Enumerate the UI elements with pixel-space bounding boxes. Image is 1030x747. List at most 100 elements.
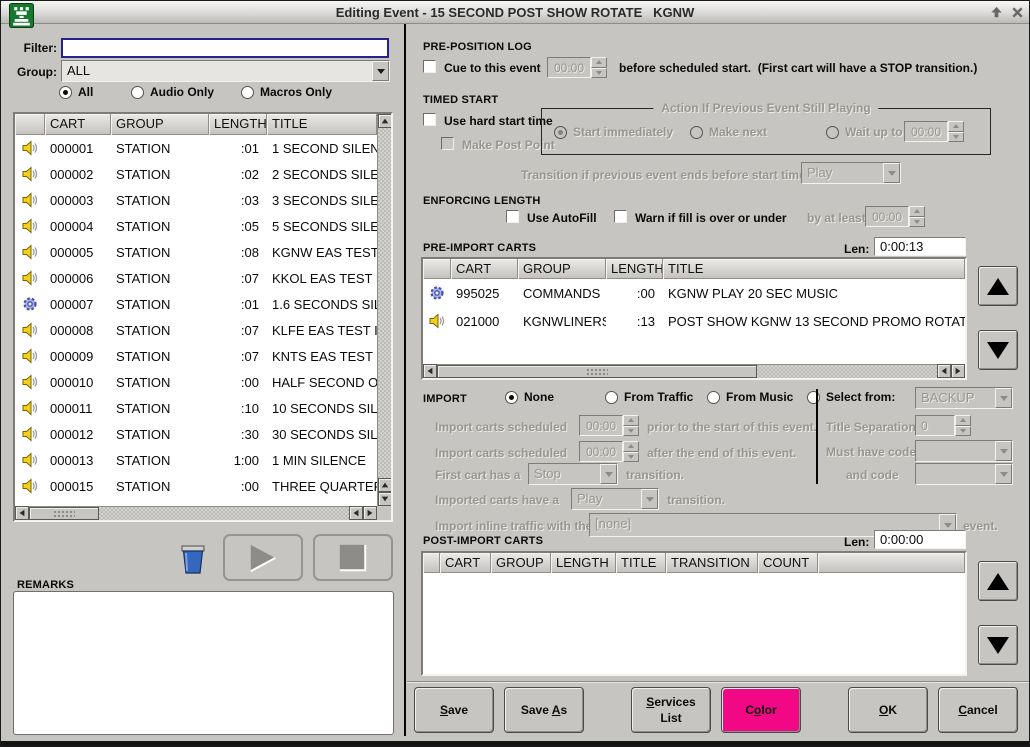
use-hard-start-label: Use hard start time — [444, 114, 553, 128]
table-row[interactable]: 995025COMMANDS:00KGNW PLAY 20 SEC MUSIC — [423, 279, 965, 307]
cell-title: 10 SECONDS SILE — [267, 395, 377, 421]
title-bar[interactable]: Editing Event - 15 SECOND POST SHOW ROTA… — [1, 1, 1029, 24]
table-row[interactable]: 000013STATION1:001 MIN SILENCE — [15, 447, 391, 473]
column-header[interactable] — [423, 553, 440, 573]
table-row[interactable]: 000006STATION:07KKOL EAS TEST IN — [15, 265, 391, 291]
vertical-scrollbar[interactable] — [377, 114, 391, 506]
radio-audio-only[interactable]: Audio Only — [131, 85, 214, 99]
scroll-left-button[interactable] — [937, 364, 951, 378]
scroll-up-button[interactable] — [378, 114, 392, 128]
radio-import-none[interactable]: None — [505, 390, 554, 404]
column-header[interactable] — [818, 553, 965, 573]
column-header[interactable]: TITLE — [663, 259, 965, 279]
cue-to-event-checkbox[interactable] — [423, 60, 436, 73]
scroll-right-button[interactable] — [363, 506, 377, 520]
radio-import-select-from[interactable]: Select from: — [807, 390, 895, 404]
pre-import-carts-table[interactable]: CARTGROUPLENGTHTITLE995025COMMANDS:00KGN… — [421, 257, 967, 380]
column-header[interactable]: GROUP — [111, 114, 209, 135]
table-row[interactable]: 000005STATION:08KGNW EAS TEST — [15, 239, 391, 265]
column-header[interactable]: GROUP — [491, 553, 551, 573]
table-row[interactable]: 000015STATION:00THREE QUARTER — [15, 473, 391, 499]
radio-import-from-music[interactable]: From Music — [707, 390, 793, 404]
scroll-up-button[interactable] — [378, 478, 392, 492]
table-row[interactable]: 000002STATION:022 SECONDS SILEN — [15, 161, 391, 187]
pre-import-len-label: Len: — [844, 242, 869, 256]
cell-group: STATION — [111, 473, 209, 499]
radio-all[interactable]: All — [59, 85, 93, 99]
table-body[interactable]: 000001STATION:011 SECOND SILEN000002STAT… — [15, 135, 391, 499]
cancel-button[interactable]: Cancel — [938, 687, 1018, 733]
column-header[interactable]: TRANSITION — [666, 553, 758, 573]
save-as-button[interactable]: Save As — [504, 687, 584, 733]
shade-button[interactable] — [987, 4, 1005, 21]
chevron-down-icon — [995, 441, 1012, 461]
table-row[interactable]: 000008STATION:07KLFE EAS TEST IN — [15, 317, 391, 343]
table-row[interactable]: 000003STATION:033 SECONDS SILEN — [15, 187, 391, 213]
scroll-left-button[interactable] — [15, 506, 29, 520]
cell-cart: 000005 — [45, 239, 111, 265]
move-up-button[interactable] — [978, 266, 1018, 306]
remarks-textarea[interactable] — [13, 591, 394, 735]
cart-type-cell — [15, 187, 45, 213]
table-row[interactable]: 000009STATION:07KNTS EAS TEST IN — [15, 343, 391, 369]
column-header[interactable]: GROUP — [518, 259, 606, 279]
radio-dot — [131, 86, 144, 99]
column-header[interactable]: LENGTH — [551, 553, 616, 573]
radio-import-from-traffic[interactable]: From Traffic — [605, 390, 693, 404]
cell-title: 5 SECONDS SILEN — [267, 213, 377, 239]
table-row[interactable]: 000004STATION:055 SECONDS SILEN — [15, 213, 391, 239]
column-header[interactable]: COUNT — [758, 553, 818, 573]
scrollbar-thumb[interactable] — [437, 365, 757, 378]
move-up-button[interactable] — [978, 561, 1018, 601]
ok-button[interactable]: OK — [848, 687, 928, 733]
scroll-left-button[interactable] — [423, 364, 437, 378]
table-body[interactable]: 995025COMMANDS:00KGNW PLAY 20 SEC MUSIC0… — [423, 279, 965, 335]
scroll-left-button[interactable] — [349, 506, 363, 520]
cell-length: :01 — [209, 291, 267, 317]
clear-cart-bucket-icon[interactable] — [179, 542, 207, 575]
save-button[interactable]: Save — [414, 687, 494, 733]
radio-dot — [826, 126, 839, 139]
column-header[interactable]: LENGTH — [209, 114, 267, 135]
scrollbar-thumb[interactable] — [29, 507, 99, 520]
cell-length: :07 — [209, 343, 267, 369]
table-row[interactable]: 000007STATION:011.6 SECONDS SIL — [15, 291, 391, 317]
cart-library-table[interactable]: CARTGROUPLENGTHTITLE000001STATION:011 SE… — [13, 112, 393, 522]
post-import-carts-table[interactable]: CARTGROUPLENGTHTITLETRANSITIONCOUNT — [421, 551, 967, 676]
color-button[interactable]: Color — [721, 687, 801, 733]
use-hard-start-checkbox[interactable] — [423, 113, 436, 126]
table-row[interactable]: 000001STATION:011 SECOND SILEN — [15, 135, 391, 161]
stop-button[interactable] — [313, 534, 393, 581]
filter-input[interactable] — [61, 38, 389, 58]
radio-macros-only[interactable]: Macros Only — [241, 85, 332, 99]
column-header[interactable]: CART — [451, 259, 518, 279]
horizontal-scrollbar[interactable] — [15, 506, 377, 520]
cue-time-value: 00:00 — [547, 57, 591, 78]
horizontal-scrollbar[interactable] — [423, 364, 965, 378]
move-down-button[interactable] — [978, 625, 1018, 665]
column-header[interactable] — [423, 259, 451, 279]
use-autofill-checkbox[interactable] — [506, 210, 519, 223]
services-list-button[interactable]: ServicesList — [631, 687, 711, 733]
table-row[interactable]: 000010STATION:00HALF SECOND OF — [15, 369, 391, 395]
column-header[interactable]: TITLE — [616, 553, 666, 573]
table-row[interactable]: 000012STATION:3030 SECONDS SILE — [15, 421, 391, 447]
table-row[interactable]: 000011STATION:1010 SECONDS SILE — [15, 395, 391, 421]
play-button[interactable] — [223, 534, 303, 581]
close-button[interactable] — [1008, 4, 1026, 21]
scroll-down-button[interactable] — [378, 492, 392, 506]
column-header[interactable]: LENGTH — [606, 259, 663, 279]
cell-cart: 000012 — [45, 421, 111, 447]
move-down-button[interactable] — [978, 330, 1018, 370]
chevron-down-icon[interactable] — [372, 61, 389, 81]
table-row[interactable]: 021000KGNWLINERS:13POST SHOW KGNW 13 SEC… — [423, 307, 965, 335]
column-header[interactable] — [15, 114, 45, 135]
radio-wait-up-to: Wait up to — [826, 125, 903, 139]
column-header[interactable]: TITLE — [267, 114, 377, 135]
column-header[interactable]: CART — [440, 553, 491, 573]
scroll-right-button[interactable] — [951, 364, 965, 378]
cell-group: STATION — [111, 135, 209, 161]
column-header[interactable]: CART — [45, 114, 111, 135]
warn-fill-checkbox[interactable] — [614, 210, 627, 223]
group-combobox[interactable]: ALL — [61, 60, 390, 82]
